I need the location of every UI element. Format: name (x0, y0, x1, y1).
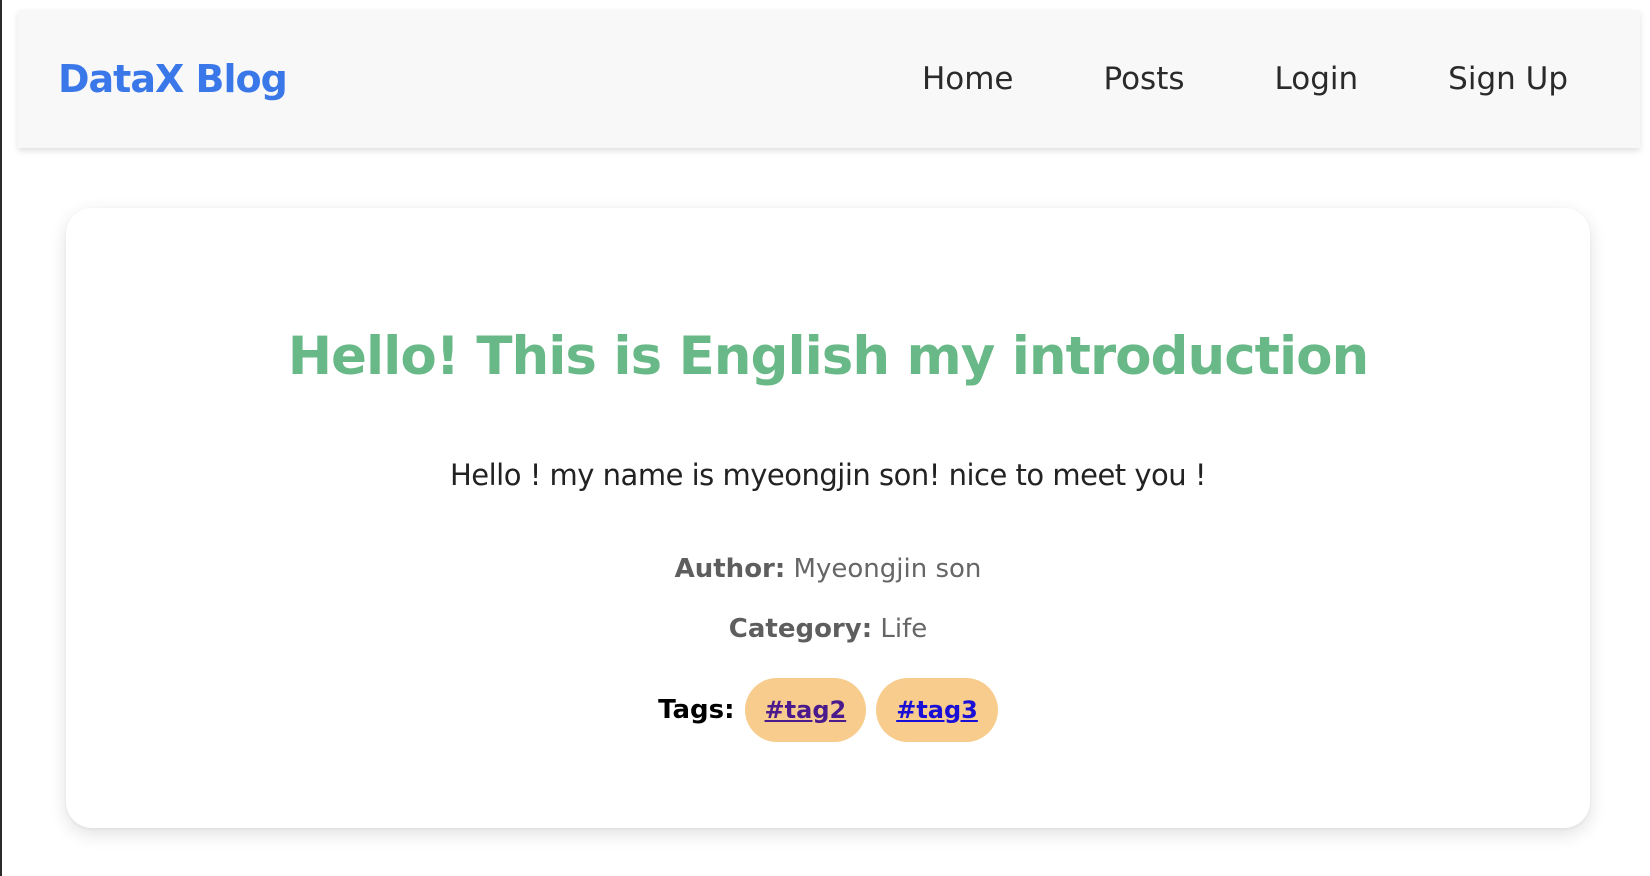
window-left-edge (0, 0, 2, 876)
post-tags: Tags: #tag2 #tag3 (66, 678, 1590, 742)
brand-logo-link[interactable]: DataX Blog (58, 57, 288, 101)
nav-link-posts[interactable]: Posts (1104, 61, 1185, 97)
post-card: Hello! This is English my introduction H… (66, 208, 1590, 828)
tag-link-tag3[interactable]: #tag3 (876, 678, 998, 742)
nav-links: Home Posts Login Sign Up (922, 61, 1568, 97)
author-value: Myeongjin son (793, 554, 982, 584)
category-label: Category: (728, 614, 873, 644)
nav-link-login[interactable]: Login (1275, 61, 1359, 97)
post-title: Hello! This is English my introduction (287, 326, 1370, 387)
nav-link-sign-up[interactable]: Sign Up (1448, 61, 1568, 97)
tags-label: Tags: (658, 695, 735, 725)
post-author: Author: Myeongjin son (66, 554, 1590, 584)
nav-link-home[interactable]: Home (922, 61, 1014, 97)
category-value: Life (880, 614, 928, 644)
post-body: Hello ! my name is myeongjin son! nice t… (449, 458, 1207, 492)
tag-link-tag2[interactable]: #tag2 (744, 678, 867, 742)
author-label: Author: (674, 554, 786, 584)
navbar: DataX Blog Home Posts Login Sign Up (18, 10, 1640, 148)
post-category: Category: Life (66, 614, 1590, 644)
